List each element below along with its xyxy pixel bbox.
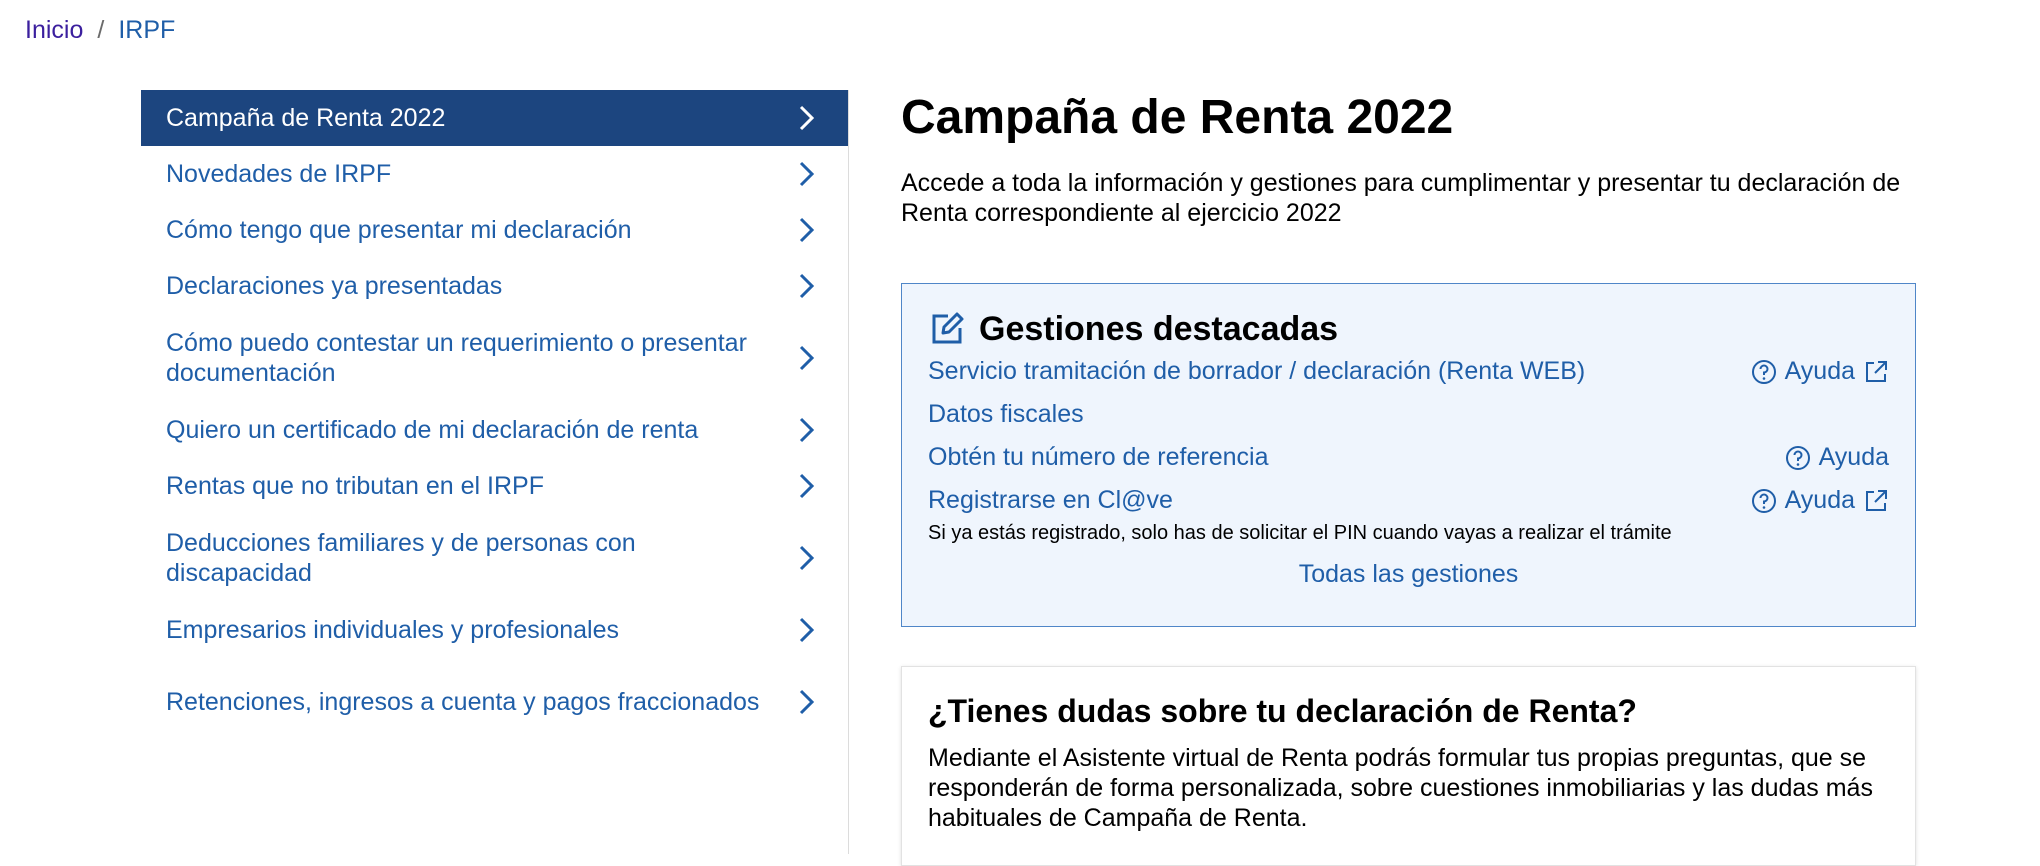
main-content: Campaña de Renta 2022 Accede a toda la i… (901, 90, 1916, 866)
help-link[interactable]: Ayuda (1751, 486, 1889, 515)
sidebar-item-label: Cómo tengo que presentar mi declaración (166, 216, 632, 244)
renta-web-link[interactable]: Servicio tramitación de borrador / decla… (928, 357, 1585, 386)
sidebar-item-retenciones[interactable]: Retenciones, ingresos a cuenta y pagos f… (141, 658, 848, 746)
external-link-icon (1863, 488, 1889, 514)
chevron-right-icon (796, 543, 818, 573)
chevron-right-icon (796, 271, 818, 301)
chevron-right-icon (796, 615, 818, 645)
help-label: Ayuda (1784, 357, 1855, 385)
breadcrumb-separator: / (97, 16, 105, 44)
question-circle-icon (1751, 488, 1777, 514)
dudas-text: Mediante el Asistente virtual de Renta p… (928, 744, 1873, 832)
help-link[interactable]: Ayuda (1785, 443, 1889, 472)
chevron-right-icon (796, 215, 818, 245)
chevron-right-icon (796, 343, 818, 373)
sidebar-item-label: Quiero un certificado de mi declaración … (166, 416, 699, 444)
question-circle-icon (1751, 359, 1777, 385)
gestion-row: Registrarse en Cl@ve Ayuda (928, 479, 1889, 522)
breadcrumb: Inicio / IRPF (25, 14, 175, 46)
external-link-icon (1863, 359, 1889, 385)
sidebar-item-declaraciones-presentadas[interactable]: Declaraciones ya presentadas (141, 258, 848, 314)
gestiones-header: Gestiones destacadas (928, 308, 1889, 350)
help-label: Ayuda (1784, 486, 1855, 514)
numero-referencia-link[interactable]: Obtén tu número de referencia (928, 443, 1268, 472)
chevron-right-icon (796, 159, 818, 189)
sidebar-item-empresarios[interactable]: Empresarios individuales y profesionales (141, 602, 848, 658)
gestion-row: Obtén tu número de referencia Ayuda (928, 436, 1889, 479)
chevron-right-icon (796, 415, 818, 445)
gestiones-title: Gestiones destacadas (979, 310, 1339, 348)
edit-icon (928, 310, 966, 348)
gestion-row: Servicio tramitación de borrador / decla… (928, 350, 1889, 393)
help-label: Ayuda (1818, 443, 1889, 471)
page-title: Campaña de Renta 2022 (901, 91, 1454, 144)
breadcrumb-home-link[interactable]: Inicio (25, 14, 83, 46)
sidebar-item-rentas-no-tributan[interactable]: Rentas que no tributan en el IRPF (141, 458, 848, 514)
chevron-right-icon (796, 103, 818, 133)
gestion-row: Datos fiscales (928, 393, 1889, 436)
sidebar-item-certificado[interactable]: Quiero un certificado de mi declaración … (141, 402, 848, 458)
sidebar-item-como-presentar[interactable]: Cómo tengo que presentar mi declaración (141, 202, 848, 258)
clave-note: Si ya estás registrado, solo has de soli… (928, 522, 1672, 544)
sidebar-item-label: Retenciones, ingresos a cuenta y pagos f… (166, 688, 760, 716)
sidebar-item-label: Campaña de Renta 2022 (166, 104, 446, 132)
dudas-card: ¿Tienes dudas sobre tu declaración de Re… (901, 666, 1916, 866)
sidebar-item-label: Cómo puedo contestar un requerimiento o … (166, 329, 747, 387)
breadcrumb-current-link[interactable]: IRPF (118, 14, 175, 46)
sidebar-item-deducciones-familiares[interactable]: Deducciones familiares y de personas con… (141, 514, 848, 602)
sidebar-item-label: Deducciones familiares y de personas con… (166, 529, 636, 587)
sidebar-item-label: Declaraciones ya presentadas (166, 272, 503, 300)
gestiones-destacadas-panel: Gestiones destacadas Servicio tramitació… (901, 283, 1916, 627)
registrarse-clave-link[interactable]: Registrarse en Cl@ve (928, 486, 1173, 515)
sidebar-item-novedades-irpf[interactable]: Novedades de IRPF (141, 146, 848, 202)
chevron-right-icon (796, 471, 818, 501)
sidebar-item-label: Empresarios individuales y profesionales (166, 616, 620, 644)
dudas-title: ¿Tienes dudas sobre tu declaración de Re… (928, 693, 1637, 729)
sidebar-item-campana-renta-2022[interactable]: Campaña de Renta 2022 (141, 90, 848, 146)
sidebar-item-requerimiento[interactable]: Cómo puedo contestar un requerimiento o … (141, 314, 848, 402)
question-circle-icon (1785, 445, 1811, 471)
help-link[interactable]: Ayuda (1751, 357, 1889, 386)
sidebar-nav: Campaña de Renta 2022 Novedades de IRPF … (141, 90, 849, 854)
page-intro: Accede a toda la información y gestiones… (901, 169, 1901, 227)
datos-fiscales-link[interactable]: Datos fiscales (928, 400, 1084, 429)
sidebar-item-label: Rentas que no tributan en el IRPF (166, 472, 545, 500)
todas-gestiones-link[interactable]: Todas las gestiones (928, 560, 1889, 589)
chevron-right-icon (796, 687, 818, 717)
sidebar-item-label: Novedades de IRPF (166, 160, 392, 188)
